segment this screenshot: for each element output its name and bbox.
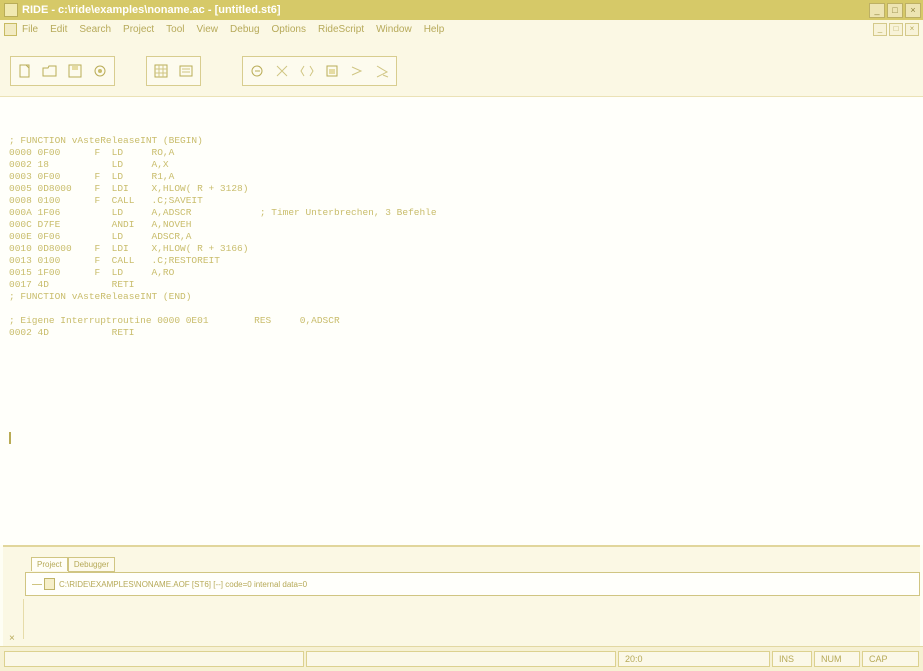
code-line: ; FUNCTION vAsteReleaseINT (BEGIN)	[9, 135, 203, 146]
watch-icon[interactable]	[89, 60, 111, 82]
paste-icon[interactable]	[321, 60, 343, 82]
toolbar	[0, 38, 923, 97]
code-editor[interactable]: ; FUNCTION vAsteReleaseINT (BEGIN) 0000 …	[0, 97, 923, 545]
app-icon	[4, 3, 18, 17]
go-icon[interactable]	[371, 60, 393, 82]
tab-debugger[interactable]: Debugger	[67, 557, 116, 572]
menu-tool[interactable]: Tool	[166, 24, 184, 35]
code-line: 0005 0D8000 F LDI X,HLOW( R + 3128)	[9, 183, 249, 194]
code-line: 0002 4D RETI	[9, 327, 135, 338]
code-line: ; FUNCTION vAsteReleaseINT (END)	[9, 291, 192, 302]
toolbar-group-view	[146, 56, 201, 86]
save-file-icon[interactable]	[64, 60, 86, 82]
status-num: NUM	[814, 651, 860, 667]
menu-options[interactable]: Options	[272, 24, 306, 35]
project-tree: C:\RIDE\EXAMPLES\NONAME.AOF [ST6] [--] c…	[25, 572, 920, 596]
menu-project[interactable]: Project	[123, 24, 154, 35]
code-line: 0010 0D8000 F LDI X,HLOW( R + 3166)	[9, 243, 249, 254]
step-icon[interactable]	[246, 60, 268, 82]
code-line: ; Eigene Interruptroutine 0000 0E01 RES …	[9, 315, 340, 326]
code-line: 0002 18 LD A,X	[9, 159, 169, 170]
text-caret	[9, 432, 11, 444]
grid-icon[interactable]	[150, 60, 172, 82]
code-line: 000E 0F06 LD ADSCR,A	[9, 231, 192, 242]
title-bar: RIDE - c:\ride\examples\noname.ac - [unt…	[0, 0, 923, 20]
code-line: 0000 0F00 F LD RO,A	[9, 147, 175, 158]
menu-debug[interactable]: Debug	[230, 24, 259, 35]
project-file-icon	[44, 578, 55, 590]
cut-icon[interactable]	[271, 60, 293, 82]
document-icon[interactable]	[4, 22, 17, 36]
code-line: 0003 0F00 F LD R1,A	[9, 171, 175, 182]
copy-icon[interactable]	[296, 60, 318, 82]
code-line: 000A 1F06 LD A,ADSCR ; Timer Unterbreche…	[9, 207, 437, 218]
toolbar-group-file	[10, 56, 115, 86]
menu-view[interactable]: View	[197, 24, 219, 35]
code-line: 000C D7FE ANDI A,NOVEH	[9, 219, 192, 230]
menu-file[interactable]: File	[22, 24, 38, 35]
status-ins: INS	[772, 651, 812, 667]
panel-close-icon[interactable]: ×	[9, 633, 15, 644]
code-line: 0008 0100 F CALL .C;SAVEIT	[9, 195, 203, 206]
maximize-button[interactable]: □	[887, 3, 903, 18]
memory-icon[interactable]	[175, 60, 197, 82]
code-line: 0015 1F00 F LD A,RO	[9, 267, 175, 278]
doc-close-button[interactable]: ×	[905, 23, 919, 36]
new-file-icon[interactable]	[14, 60, 36, 82]
menu-ridescript[interactable]: RideScript	[318, 24, 364, 35]
menu-bar: File Edit Search Project Tool View Debug…	[0, 20, 923, 39]
project-panel: Project Debugger C:\RIDE\EXAMPLES\NONAME…	[3, 545, 920, 647]
status-blank	[306, 651, 616, 667]
tab-project[interactable]: Project	[31, 557, 68, 571]
panel-frame	[23, 599, 921, 639]
doc-restore-button[interactable]: □	[889, 23, 903, 36]
menu-edit[interactable]: Edit	[50, 24, 67, 35]
code-line: 0013 0100 F CALL .C;RESTOREIT	[9, 255, 220, 266]
status-cap: CAP	[862, 651, 919, 667]
status-message	[4, 651, 304, 667]
run-icon[interactable]	[346, 60, 368, 82]
window-title: RIDE - c:\ride\examples\noname.ac - [unt…	[22, 4, 281, 16]
menu-search[interactable]: Search	[79, 24, 111, 35]
doc-minimize-button[interactable]: _	[873, 23, 887, 36]
project-item-label[interactable]: C:\RIDE\EXAMPLES\NONAME.AOF [ST6] [--] c…	[59, 580, 307, 589]
close-button[interactable]: ×	[905, 3, 921, 18]
toolbar-group-debug	[242, 56, 397, 86]
open-file-icon[interactable]	[39, 60, 61, 82]
status-bar: 20:0 INS NUM CAP	[0, 646, 923, 671]
minimize-button[interactable]: _	[869, 3, 885, 18]
menu-window[interactable]: Window	[376, 24, 412, 35]
panel-tabs: Project Debugger	[31, 557, 116, 572]
status-position: 20:0	[618, 651, 770, 667]
tree-connector	[32, 583, 42, 585]
code-line: 0017 4D RETI	[9, 279, 135, 290]
menu-help[interactable]: Help	[424, 24, 445, 35]
